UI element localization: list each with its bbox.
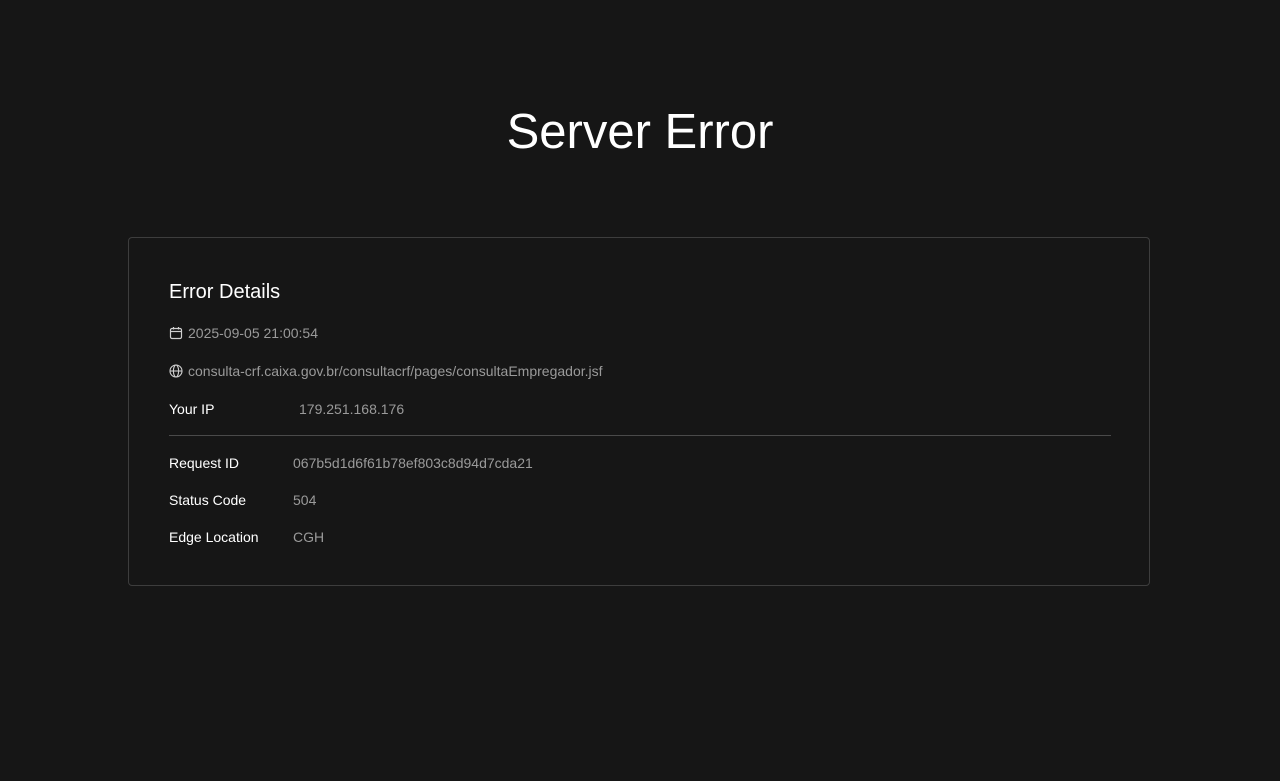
timestamp-row: 2025-09-05 21:00:54 [169, 324, 318, 342]
your-ip-label: Your IP [169, 401, 215, 417]
status-code-label: Status Code [169, 492, 247, 508]
timestamp-text: 2025-09-05 21:00:54 [188, 325, 318, 341]
your-ip-value: 179.251.168.176 [299, 401, 405, 417]
calendar-icon [169, 326, 183, 340]
error-details-card: Error Details 2025-09-05 21:00:54 consul… [128, 237, 1150, 586]
request-id-label: Request ID [169, 455, 240, 471]
status-code-value: 504 [293, 492, 317, 508]
edge-location-label: Edge Location [169, 529, 259, 545]
globe-icon [169, 364, 183, 378]
url-text: consulta-crf.caixa.gov.br/consultacrf/pa… [188, 363, 603, 379]
edge-location-value: CGH [293, 529, 325, 545]
divider [169, 435, 1111, 436]
error-details-heading: Error Details [169, 281, 281, 303]
request-id-value: 067b5d1d6f61b78ef803c8d94d7cda21 [293, 455, 533, 471]
page-title: Server Error [506, 105, 774, 159]
url-row: consulta-crf.caixa.gov.br/consultacrf/pa… [169, 362, 603, 380]
